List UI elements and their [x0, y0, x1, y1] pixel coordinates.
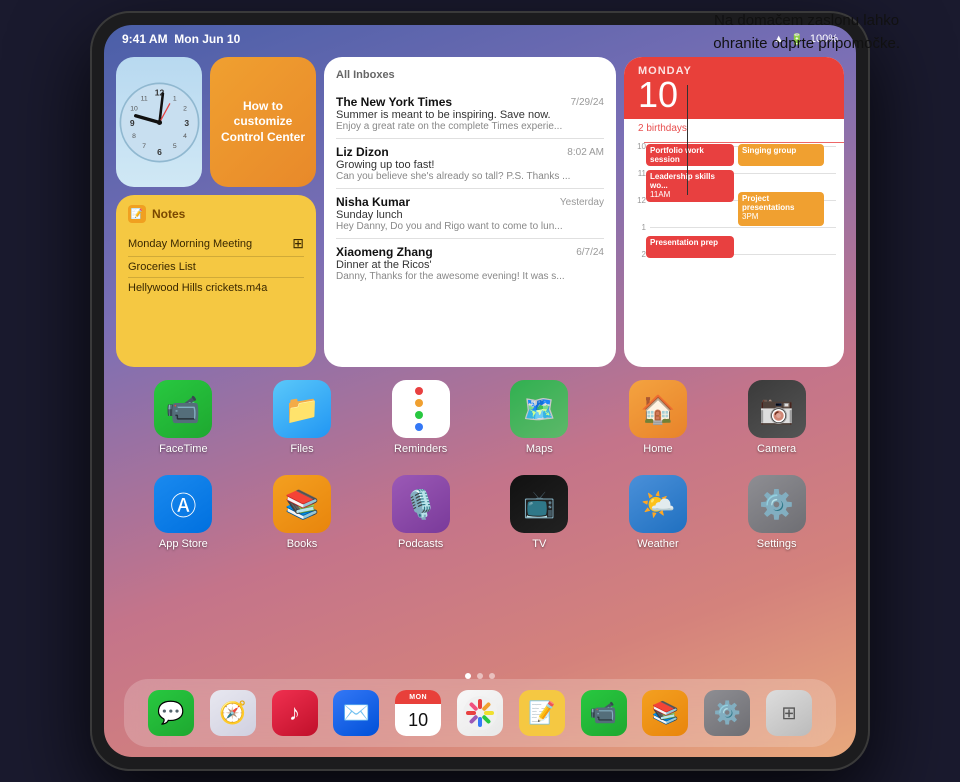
app-reminders[interactable]: Reminders	[381, 380, 461, 455]
svg-text:7: 7	[142, 143, 146, 150]
svg-text:9: 9	[129, 117, 134, 127]
maps-icon: 🗺️	[510, 380, 568, 438]
dock-music[interactable]: ♪	[272, 690, 318, 736]
mail-item-3[interactable]: Xiaomeng Zhang 6/7/24 Dinner at the Rico…	[336, 239, 604, 288]
status-time: 9:41 AM Mon Jun 10	[122, 32, 240, 46]
svg-text:10: 10	[130, 105, 138, 112]
app-facetime[interactable]: 📹 FaceTime	[143, 380, 223, 455]
settings-icon: ⚙️	[748, 475, 806, 533]
svg-text:11: 11	[140, 95, 147, 102]
cal-birthdays: 2 birthdays	[624, 119, 844, 138]
dock-calendar-icon: MON 10	[395, 690, 441, 736]
notes-item-2: Hellywood Hills crickets.m4a	[128, 278, 304, 298]
svg-text:8: 8	[132, 132, 136, 139]
podcasts-icon: 🎙️	[392, 475, 450, 533]
app-books[interactable]: 📚 Books	[262, 475, 342, 550]
widgets-area: 12 3 6 9 1 2 4 5 7 8 10 11	[116, 57, 844, 367]
app-home[interactable]: 🏠 Home	[618, 380, 698, 455]
cal-event-presentation: Presentation prep	[646, 236, 734, 258]
notes-widget[interactable]: 📝 Notes Monday Morning Meeting ⊞ Groceri…	[116, 195, 316, 367]
svg-text:5: 5	[172, 143, 176, 150]
annotation-line	[687, 85, 688, 195]
dock-safari-icon: 🧭	[210, 690, 256, 736]
mail-item-0[interactable]: The New York Times 7/29/24 Summer is mea…	[336, 89, 604, 139]
dock-messages-icon: 💬	[148, 690, 194, 736]
mail-widget[interactable]: All Inboxes The New York Times 7/29/24 S…	[324, 57, 616, 367]
home-icon: 🏠	[629, 380, 687, 438]
dock-photos-icon	[457, 690, 503, 736]
app-appstore[interactable]: Ⓐ App Store	[143, 475, 223, 550]
svg-text:4: 4	[183, 132, 187, 139]
cal-header: MONDAY 10	[624, 57, 844, 119]
dock-mail-icon: ✉️	[333, 690, 379, 736]
app-maps[interactable]: 🗺️ Maps	[499, 380, 579, 455]
svg-text:1: 1	[172, 95, 176, 102]
dock-photos[interactable]	[457, 690, 503, 736]
mail-item-1[interactable]: Liz Dizon 8:02 AM Growing up too fast! C…	[336, 139, 604, 189]
mail-header: All Inboxes	[336, 69, 604, 81]
tv-icon: 📺	[510, 475, 568, 533]
cal-event-leadership: Leadership skills wo...11AM	[646, 170, 734, 202]
mail-item-2[interactable]: Nisha Kumar Yesterday Sunday lunch Hey D…	[336, 189, 604, 239]
svg-text:6: 6	[157, 146, 162, 156]
reminders-icon	[392, 380, 450, 438]
dock-safari[interactable]: 🧭	[210, 690, 256, 736]
files-icon: 📁	[273, 380, 331, 438]
cal-event-singing: Singing group	[738, 144, 824, 166]
notes-header: 📝 Notes	[128, 205, 304, 223]
app-row-2: Ⓐ App Store 📚 Books 🎙️ Podcasts	[124, 475, 836, 550]
dock-sidebar[interactable]: ⊞	[766, 690, 812, 736]
weather-icon: 🌤️	[629, 475, 687, 533]
dock-notes[interactable]: 📝	[519, 690, 565, 736]
camera-icon: 📷	[748, 380, 806, 438]
calendar-widget[interactable]: MONDAY 10 2 birthdays 10 11 12	[624, 57, 844, 367]
dock-notes-icon: 📝	[519, 690, 565, 736]
dock-facetime-icon: 📹	[581, 690, 627, 736]
dock-facetime[interactable]: 📹	[581, 690, 627, 736]
widget-row-top: 12 3 6 9 1 2 4 5 7 8 10 11	[116, 57, 316, 187]
control-center-title: How to customize Control Center	[220, 99, 306, 146]
clock-widget[interactable]: 12 3 6 9 1 2 4 5 7 8 10 11	[116, 57, 202, 187]
dock-messages[interactable]: 💬	[148, 690, 194, 736]
notes-item-1: Groceries List	[128, 257, 304, 278]
app-tv[interactable]: 📺 TV	[499, 475, 579, 550]
facetime-icon: 📹	[154, 380, 212, 438]
cal-date-number: 10	[638, 77, 830, 113]
app-weather[interactable]: 🌤️ Weather	[618, 475, 698, 550]
dock-mail[interactable]: ✉️	[333, 690, 379, 736]
widget-col-left: 12 3 6 9 1 2 4 5 7 8 10 11	[116, 57, 316, 367]
books-icon: 📚	[273, 475, 331, 533]
app-row-1: 📹 FaceTime 📁 Files	[124, 380, 836, 455]
app-settings[interactable]: ⚙️ Settings	[737, 475, 817, 550]
dock-books-icon: 📚	[642, 690, 688, 736]
ipad-frame: 9:41 AM Mon Jun 10 ▲ 🔋 100% 12 3	[90, 11, 870, 771]
app-podcasts[interactable]: 🎙️ Podcasts	[381, 475, 461, 550]
notes-item-0: Monday Morning Meeting ⊞	[128, 231, 304, 257]
control-center-widget[interactable]: How to customize Control Center	[210, 57, 316, 187]
notes-title: Notes	[152, 207, 185, 221]
dock: 💬 🧭 ♪ ✉️	[124, 679, 836, 747]
ipad-screen: 9:41 AM Mon Jun 10 ▲ 🔋 100% 12 3	[104, 25, 856, 757]
app-files[interactable]: 📁 Files	[262, 380, 342, 455]
cal-event-portfolio: Portfolio work session	[646, 144, 734, 166]
notes-icon: 📝	[128, 205, 146, 223]
svg-text:3: 3	[184, 117, 189, 127]
dock-books[interactable]: 📚	[642, 690, 688, 736]
app-camera[interactable]: 📷 Camera	[737, 380, 817, 455]
dock-calendar[interactable]: MON 10	[395, 690, 441, 736]
dock-settings[interactable]: ⚙️	[704, 690, 750, 736]
dock-settings-icon: ⚙️	[704, 690, 750, 736]
cal-event-project: Project presentations3PM	[738, 192, 824, 226]
svg-text:2: 2	[183, 105, 187, 112]
annotation-text: Na domačem zaslonu lahko ohranite odprte…	[713, 10, 900, 55]
apps-area: 📹 FaceTime 📁 Files	[104, 380, 856, 570]
cal-timeline: 10 11 12 1 2	[624, 138, 844, 367]
appstore-icon: Ⓐ	[154, 475, 212, 533]
dock-music-icon: ♪	[272, 690, 318, 736]
dock-sidebar-icon: ⊞	[766, 690, 812, 736]
